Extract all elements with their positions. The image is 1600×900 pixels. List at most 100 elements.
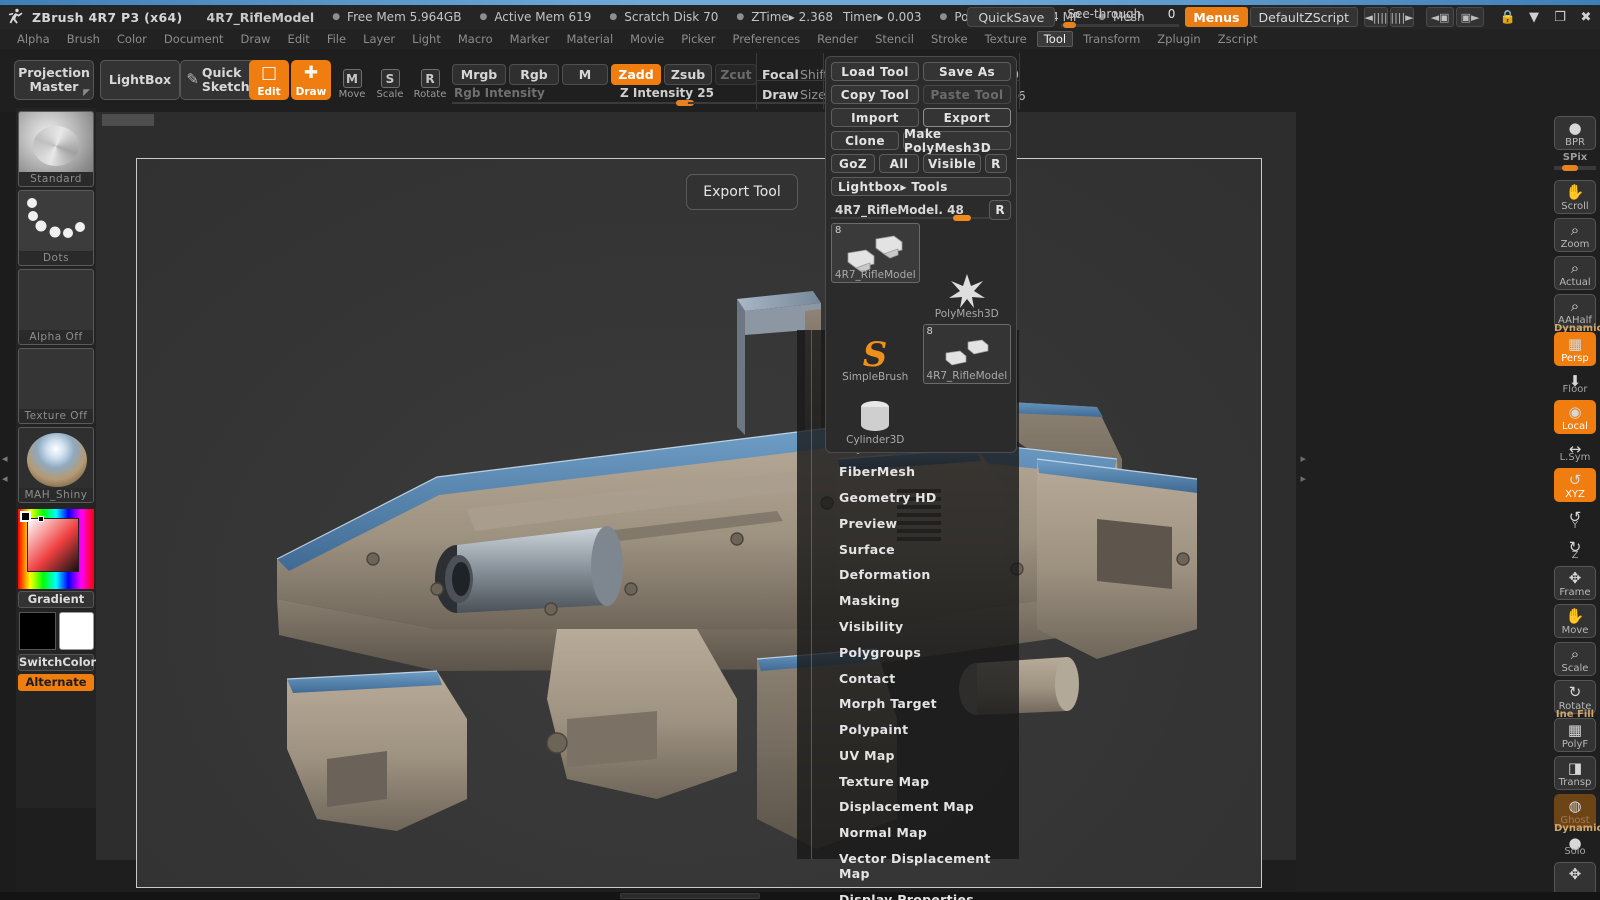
tool-thumb-rifle-selected[interactable]: 8 4R7_RifleModel	[831, 223, 920, 283]
menu-item-light[interactable]: Light	[405, 31, 448, 47]
tool-menu-item-vector-displacement-map[interactable]: Vector Displacement Map	[797, 846, 1019, 887]
right-shelf-button-aahalf[interactable]: ⌕ AAHalf	[1554, 294, 1596, 328]
z-intensity-knob[interactable]	[676, 100, 688, 106]
menu-item-texture[interactable]: Texture	[978, 31, 1034, 47]
menu-item-movie[interactable]: Movie	[623, 31, 671, 47]
texture-swatch[interactable]: Texture Off	[18, 348, 94, 424]
save-as-button[interactable]: Save As	[923, 62, 1011, 81]
shelf-expand-right-icon[interactable]: ▸	[1300, 472, 1306, 485]
load-tool-button[interactable]: Load Tool	[831, 62, 919, 81]
right-shelf-button-persp[interactable]: ▦ Persp	[1554, 332, 1596, 366]
copy-tool-button[interactable]: Copy Tool	[831, 85, 919, 104]
right-shelf-button-local[interactable]: ◉ Local	[1554, 400, 1596, 434]
material-swatch[interactable]: MAH_Shiny	[18, 427, 94, 503]
right-shelf-button-actual[interactable]: ⌕ Actual	[1554, 256, 1596, 290]
right-shelf-button-polyf[interactable]: ▦ PolyF	[1554, 718, 1596, 752]
tool-menu-item-contact[interactable]: Contact	[797, 665, 1019, 691]
gradient-button[interactable]: Gradient	[18, 591, 94, 608]
menu-item-zscript[interactable]: Zscript	[1211, 31, 1265, 47]
tool-menu-item-polypaint[interactable]: Polypaint	[797, 717, 1019, 743]
right-shelf-button-xyz[interactable]: ↺ XYZ	[1554, 468, 1596, 502]
zscript-button[interactable]: DefaultZScript	[1249, 7, 1358, 27]
secondary-color-swatch[interactable]	[59, 612, 94, 650]
all-button[interactable]: All	[879, 154, 919, 173]
tool-thumb-cylinder3d[interactable]: Cylinder3D	[831, 387, 920, 447]
bpr-render-button[interactable]: ● BPR	[1554, 116, 1596, 150]
right-shelf-button-scale[interactable]: ⌕ Scale	[1554, 642, 1596, 676]
right-shelf-button-scroll[interactable]: ✋ Scroll	[1554, 180, 1596, 214]
menu-item-macro[interactable]: Macro	[451, 31, 500, 47]
draw-mode-button[interactable]: ✚ Draw	[291, 60, 331, 100]
import-button[interactable]: Import	[831, 108, 919, 127]
right-shelf-button-y[interactable]: ↺ Y	[1554, 506, 1596, 532]
tool-menu-item-texture-map[interactable]: Texture Map	[797, 768, 1019, 794]
quicksave-button[interactable]: QuickSave	[967, 7, 1056, 27]
goz-button[interactable]: GoZ	[831, 154, 875, 173]
menu-item-material[interactable]: Material	[559, 31, 620, 47]
right-shelf-button-transp[interactable]: ◨ Transp	[1554, 756, 1596, 790]
scroll-right-icon[interactable]: ||||►	[1390, 7, 1414, 27]
right-shelf-button-zoom[interactable]: ⌕ Zoom	[1554, 218, 1596, 252]
tool-menu-item-masking[interactable]: Masking	[797, 588, 1019, 614]
tool-menu-item-displacement-map[interactable]: Displacement Map	[797, 794, 1019, 820]
primary-color-swatch[interactable]	[19, 612, 56, 650]
clone-button[interactable]: Clone	[831, 131, 899, 150]
tool-menu-item-visibility[interactable]: Visibility	[797, 614, 1019, 640]
lightbox-button[interactable]: LightBox	[100, 60, 180, 100]
tool-menu-item-morph-target[interactable]: Morph Target	[797, 691, 1019, 717]
tool-thumb-polymesh3d[interactable]: PolyMesh3D	[923, 261, 1012, 321]
menu-item-preferences[interactable]: Preferences	[725, 31, 807, 47]
alternate-button[interactable]: Alternate	[18, 674, 94, 691]
see-through-knob[interactable]	[1063, 22, 1077, 28]
menu-item-layer[interactable]: Layer	[356, 31, 402, 47]
tool-menu-item-surface[interactable]: Surface	[797, 536, 1019, 562]
visible-button[interactable]: Visible	[923, 154, 981, 173]
minimize-icon[interactable]: ▼	[1522, 7, 1546, 27]
current-tool-r-button[interactable]: R	[989, 200, 1011, 220]
tool-menu-item-geometry-hd[interactable]: Geometry HD	[797, 485, 1019, 511]
menu-item-transform[interactable]: Transform	[1076, 31, 1147, 47]
right-shelf-button-frame[interactable]: ✥ Frame	[1554, 566, 1596, 600]
mrgb-button[interactable]: Mrgb	[452, 64, 506, 85]
tool-menu-item-polygroups[interactable]: Polygroups	[797, 639, 1019, 665]
menu-item-document[interactable]: Document	[157, 31, 231, 47]
spix-knob[interactable]	[1562, 165, 1578, 171]
menu-item-edit[interactable]: Edit	[281, 31, 317, 47]
menu-item-stencil[interactable]: Stencil	[868, 31, 921, 47]
shelf-expand-left-icon[interactable]: ◂	[2, 472, 8, 485]
menus-toggle-button[interactable]: Menus	[1185, 7, 1248, 27]
goz-r-button[interactable]: R	[985, 154, 1007, 173]
alpha-swatch[interactable]: Alpha Off	[18, 269, 94, 345]
move-mode-button[interactable]: M Move	[333, 62, 371, 100]
menu-item-picker[interactable]: Picker	[674, 31, 722, 47]
scroll-left-icon[interactable]: ◄||||	[1364, 7, 1388, 27]
spix-slider[interactable]	[1554, 165, 1596, 171]
rotate-mode-button[interactable]: R Rotate	[411, 62, 449, 100]
tool-thumb-simplebrush[interactable]: S SimpleBrush	[831, 324, 920, 384]
menu-item-draw[interactable]: Draw	[234, 31, 278, 47]
menu-item-render[interactable]: Render	[810, 31, 865, 47]
menu-item-stroke[interactable]: Stroke	[924, 31, 975, 47]
right-shelf-button-z[interactable]: ↻ Z	[1554, 536, 1596, 562]
tool-thumb-rifle-alt[interactable]: 8 4R7_RifleModel	[922, 324, 1011, 384]
dock-left-icon[interactable]: ◄▣	[1426, 7, 1454, 27]
make-polymesh3d-button[interactable]: Make PolyMesh3D	[903, 127, 1011, 155]
menu-item-zplugin[interactable]: Zplugin	[1150, 31, 1207, 47]
tool-menu-item-fibermesh[interactable]: FiberMesh	[797, 459, 1019, 485]
document-frame[interactable]	[136, 158, 1262, 888]
export-button[interactable]: Export	[923, 108, 1011, 127]
tool-menu-item-normal-map[interactable]: Normal Map	[797, 820, 1019, 846]
right-shelf-button-move[interactable]: ✋ Move	[1554, 604, 1596, 638]
color-picker-gradient-box[interactable]	[27, 518, 79, 572]
menu-item-file[interactable]: File	[320, 31, 353, 47]
right-shelf-button-l-sym[interactable]: ↔ L.Sym	[1554, 438, 1596, 464]
menu-item-tool[interactable]: Tool	[1036, 31, 1074, 47]
rifle-model-render[interactable]	[137, 159, 1263, 889]
dock-right-icon[interactable]: ▣►	[1456, 7, 1484, 27]
m-button[interactable]: M	[562, 64, 608, 85]
tool-menu-item-deformation[interactable]: Deformation	[797, 562, 1019, 588]
current-tool-slider[interactable]: 4R7_RifleModel. 48 R	[831, 200, 1011, 221]
right-shelf-button-rotate[interactable]: ↻ Rotate	[1554, 680, 1596, 714]
menu-item-color[interactable]: Color	[110, 31, 154, 47]
shelf-collapse-right-icon[interactable]: ▸	[1300, 452, 1306, 465]
